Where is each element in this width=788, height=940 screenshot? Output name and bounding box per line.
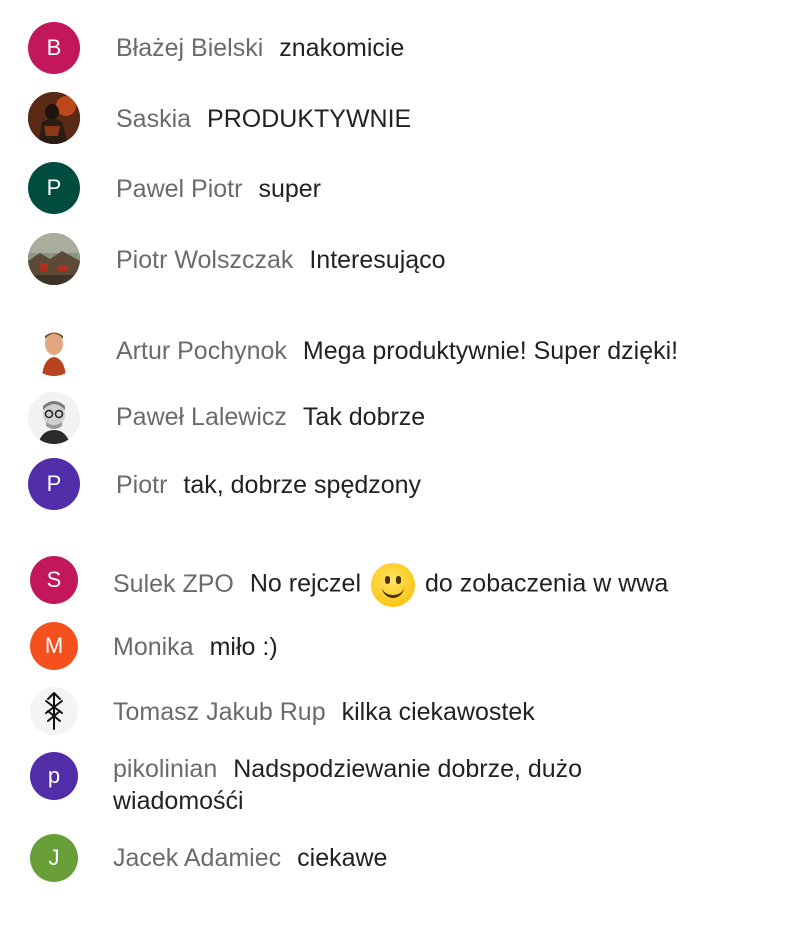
- person-glasses-photo-icon: [28, 392, 80, 444]
- message-text: miło :): [209, 633, 278, 661]
- message-author: Piotr Wolszczak: [116, 246, 294, 274]
- slightly-smiling-face-icon: [371, 563, 416, 607]
- message-author: Sulek ZPO: [113, 569, 234, 598]
- message-author: Piotr: [116, 471, 168, 499]
- message-author: Artur Pochynok: [116, 337, 287, 365]
- message-author: Błażej Bielski: [116, 34, 264, 62]
- avatar: P: [28, 458, 80, 510]
- avatar: B: [28, 22, 80, 74]
- message-author: pikolinian: [113, 755, 218, 783]
- message-author: Tomasz Jakub Rup: [113, 698, 326, 726]
- avatar: M: [30, 622, 78, 670]
- message-author: Paweł Lalewicz: [116, 403, 287, 431]
- avatar: P: [28, 162, 80, 214]
- message-author: Monika: [113, 633, 194, 661]
- landscape-photo-icon: [28, 233, 80, 285]
- armored-figure-photo-icon: [28, 92, 80, 144]
- message-text: do zobaczenia w wwa: [425, 569, 669, 598]
- message-text: znakomicie: [279, 34, 405, 62]
- message-text: Interesująco: [309, 246, 446, 274]
- message-text: kilka ciekawostek: [341, 698, 535, 726]
- message-text: Tak dobrze: [302, 403, 426, 431]
- rune-logo-icon: [30, 687, 78, 735]
- message-author: Pawel Piotr: [116, 175, 243, 203]
- message-text: tak, dobrze spędzony: [183, 471, 422, 499]
- person-photo-icon: [28, 324, 80, 376]
- avatar: p: [30, 752, 78, 800]
- avatar: J: [30, 834, 78, 882]
- avatar: S: [30, 556, 78, 604]
- message-author: Saskia: [116, 105, 192, 133]
- message-text: Mega produktywnie! Super dzięki!: [302, 337, 679, 365]
- message-author: Jacek Adamiec: [113, 844, 282, 872]
- message-text: No rejczel: [249, 569, 362, 598]
- message-text: ciekawe: [297, 844, 388, 872]
- message-text: super: [258, 175, 321, 203]
- message-text: PRODUKTYWNIE: [207, 105, 412, 133]
